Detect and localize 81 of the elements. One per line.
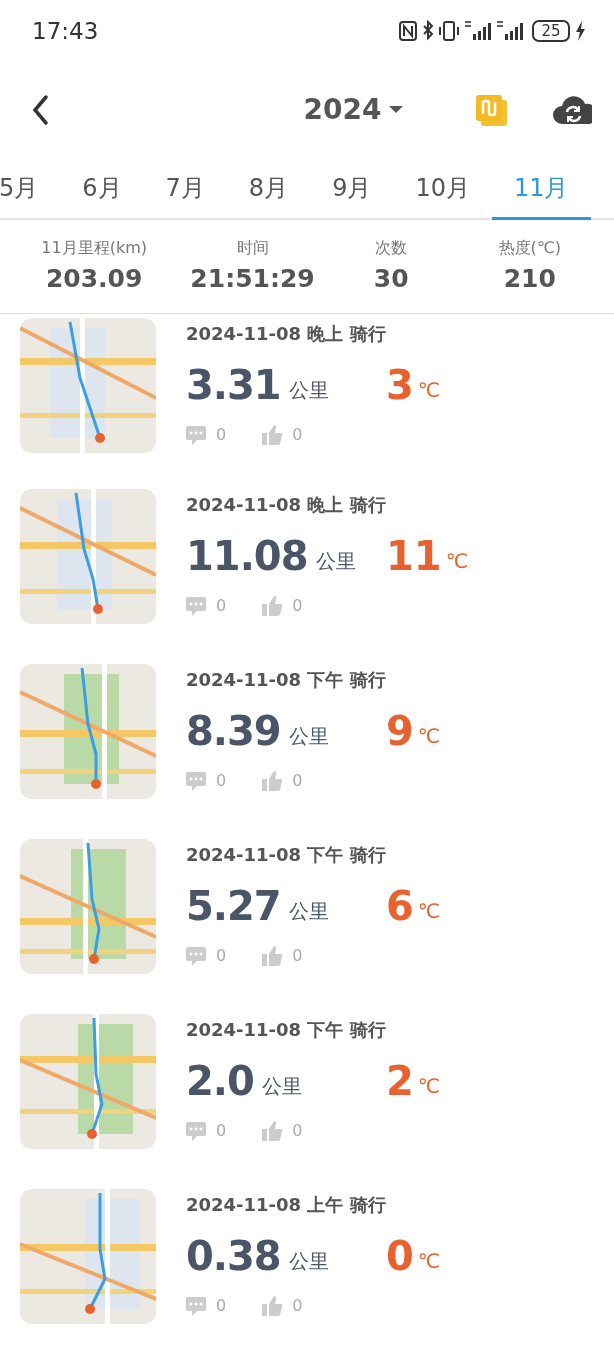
comment-count: 0 (216, 770, 227, 792)
comment-icon (186, 1296, 206, 1316)
heat-unit: ℃ (417, 1248, 441, 1275)
thumbs-up-icon (262, 1121, 283, 1141)
distance-unit: 公里 (288, 377, 329, 404)
comment-icon (186, 771, 206, 791)
like-count: 0 (292, 945, 303, 967)
year-dropdown[interactable]: 2024 (303, 89, 404, 131)
distance-unit: 公里 (261, 1073, 302, 1100)
ride-title: 2024-11-08 下午 骑行 (186, 1018, 387, 1042)
heat-value: 6 (386, 886, 414, 926)
stat-label: 11月里程(km) (41, 236, 147, 259)
caret-icon (389, 106, 404, 114)
distance-unit: 公里 (288, 1248, 329, 1275)
distance-unit: 公里 (315, 548, 356, 575)
comment-count: 0 (216, 945, 227, 967)
vibrate-icon (438, 20, 460, 42)
month-tab[interactable]: 5月 (0, 158, 61, 220)
cloud-sync-button[interactable] (552, 94, 592, 126)
ride-title: 2024-11-08 晚上 骑行 (186, 493, 387, 517)
heat-value: 9 (386, 711, 414, 751)
distance-value: 8.39 (186, 711, 281, 751)
heat-value: 11 (386, 536, 442, 576)
heat-value: 0 (386, 1236, 414, 1276)
stat-label: 次数 (375, 236, 408, 259)
ride-title: 2024-11-08 上午 骑行 (186, 1193, 387, 1217)
comment-icon (186, 946, 206, 966)
distance-value: 11.08 (186, 536, 308, 576)
thumbs-up-icon (262, 771, 283, 791)
comment-icon (186, 425, 206, 445)
signal-icon (464, 20, 492, 42)
heat-value: 2 (386, 1061, 414, 1101)
stat-label: 热度(℃) (498, 236, 561, 259)
heat-value: 3 (386, 365, 414, 405)
comment-icon (186, 1121, 206, 1141)
thumbs-up-icon (262, 946, 283, 966)
battery-level: 25 (532, 20, 570, 42)
distance-unit: 公里 (288, 723, 329, 750)
month-tab[interactable]: 7月 (143, 158, 227, 220)
month-tab[interactable]: 6月 (60, 158, 144, 220)
nfc-icon (399, 20, 417, 42)
clock-time: 17:43 (32, 16, 99, 46)
thumbs-up-icon (262, 1296, 283, 1316)
thumbs-up-icon (262, 596, 283, 616)
cloud-sync-icon (552, 94, 592, 126)
heat-unit: ℃ (417, 898, 441, 925)
distance-value: 5.27 (186, 886, 281, 926)
distance-unit: 公里 (288, 898, 329, 925)
charging-icon (574, 20, 586, 42)
ride-title: 2024-11-08 晚上 骑行 (186, 322, 387, 346)
heat-unit: ℃ (417, 1073, 441, 1100)
distance-value: 2.0 (186, 1061, 254, 1101)
route-icon (475, 93, 508, 127)
stat-label: 时间 (236, 236, 269, 259)
month-tab[interactable]: 8月 (226, 158, 311, 220)
like-count: 0 (292, 1295, 303, 1317)
like-count: 0 (292, 424, 303, 446)
like-count: 0 (292, 595, 303, 617)
month-tab[interactable]: 10月 (393, 158, 492, 220)
heat-unit: ℃ (417, 377, 441, 404)
like-count: 0 (292, 770, 303, 792)
stat-value: 203.09 (45, 262, 143, 295)
thumbs-up-icon (262, 425, 283, 445)
like-count: 0 (292, 1120, 303, 1142)
ride-title: 2024-11-08 下午 骑行 (186, 843, 387, 867)
heat-unit: ℃ (445, 548, 469, 575)
stat-value: 210 (503, 262, 556, 295)
bluetooth-icon (421, 20, 434, 42)
stat-value: 30 (373, 262, 409, 295)
ride-title: 2024-11-08 下午 骑行 (186, 668, 387, 692)
comment-count: 0 (216, 1120, 227, 1142)
comment-count: 0 (216, 595, 227, 617)
comment-count: 0 (216, 1295, 227, 1317)
signal-icon (496, 20, 524, 42)
comment-count: 0 (216, 424, 227, 446)
comment-icon (186, 596, 206, 616)
distance-value: 3.31 (186, 365, 281, 405)
stat-value: 21:51:29 (190, 262, 315, 295)
month-tab[interactable]: 9月 (310, 158, 394, 220)
distance-value: 0.38 (186, 1236, 281, 1276)
heat-unit: ℃ (417, 723, 441, 750)
